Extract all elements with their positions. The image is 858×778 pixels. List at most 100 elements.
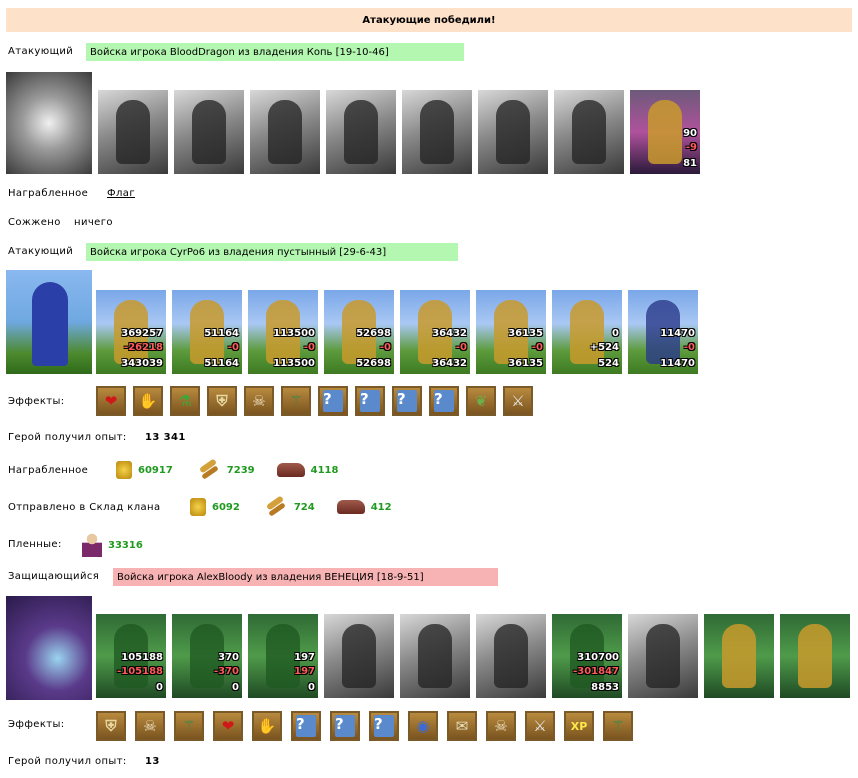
effect-question-icon[interactable]: ? — [355, 386, 385, 416]
effect-staff-icon[interactable]: ⚚ — [174, 711, 204, 741]
flag-link[interactable]: Флаг — [107, 188, 135, 199]
unit-count-n3: 36432 — [432, 358, 467, 369]
unit-slot[interactable] — [324, 614, 394, 698]
unit-slot[interactable]: 0 +524 524 — [552, 290, 622, 374]
unit-count-n2: -26218 — [124, 342, 163, 353]
unit-count-n1: 370 — [218, 652, 239, 663]
side3-xp-label: Герой получил опыт: — [8, 756, 127, 767]
side1-loot-label: Награбленное — [8, 188, 89, 199]
gray-assassin-icon — [572, 100, 606, 164]
effect-sword-shield-icon[interactable]: ⚔ — [525, 711, 555, 741]
gray-monk-icon — [496, 100, 530, 164]
effect-xp-icon[interactable]: XP — [564, 711, 594, 741]
effect-heart-icon[interactable]: ❤ — [96, 386, 126, 416]
effect-armor-swap-icon[interactable]: ⛨ — [96, 711, 126, 741]
unit-slot[interactable] — [250, 90, 320, 174]
battle-result-text: Атакующие победили! — [362, 14, 496, 26]
unit-slot[interactable] — [402, 90, 472, 174]
effect-heart-hand-icon[interactable]: ✋ — [252, 711, 282, 741]
side1-label: Атакующий — [8, 46, 74, 57]
unit-count-n1: 36432 — [432, 328, 467, 339]
unit-count-n3: 11470 — [660, 358, 695, 369]
side2-hero-portrait[interactable] — [6, 270, 92, 374]
unit-slot[interactable] — [780, 614, 850, 698]
effect-grape-shield-icon[interactable]: ❦ — [466, 386, 496, 416]
effect-skull-swap-icon[interactable]: ☠ — [486, 711, 516, 741]
gray-knight-icon — [268, 100, 302, 164]
unit-slot[interactable] — [476, 614, 546, 698]
side3-xp-value: 13 — [145, 756, 160, 767]
effect-skull-swap-icon[interactable]: ☠ — [135, 711, 165, 741]
unit-count-n1: 52698 — [356, 328, 391, 339]
resource-value: 7239 — [226, 464, 255, 476]
prisoner-icon — [82, 533, 102, 557]
sword-shield-icon: ⚔ — [533, 717, 547, 735]
blade-warrior-icon — [570, 300, 604, 364]
unit-count-n3: 0 — [156, 682, 163, 693]
unit-slot[interactable]: 52698 -0 52698 — [324, 290, 394, 374]
resource-value: 60917 — [138, 464, 173, 476]
unit-slot[interactable]: 197 197 0 — [248, 614, 318, 698]
side2-loot-label: Награбленное — [8, 465, 89, 476]
unit-slot[interactable] — [478, 90, 548, 174]
unit-slot[interactable]: 105188 -105188 0 — [96, 614, 166, 698]
effect-scroll-icon[interactable]: ✉ — [447, 711, 477, 741]
effect-staff-icon[interactable]: ⚚ — [281, 386, 311, 416]
unit-count-n2: -0 — [379, 342, 391, 353]
effect-heart-hand-icon[interactable]: ✋ — [133, 386, 163, 416]
effect-question-icon[interactable]: ? — [369, 711, 399, 741]
unit-slot[interactable]: 51164 -0 51164 — [172, 290, 242, 374]
effect-staff-icon[interactable]: ⚚ — [603, 711, 633, 741]
unit-slot[interactable]: 90 -9 81 — [630, 90, 700, 174]
unit-slot[interactable]: 369257 -26218 343039 — [96, 290, 166, 374]
potion-icon: ⚗ — [178, 392, 192, 410]
unit-slot[interactable] — [628, 614, 698, 698]
effect-sword-shield-icon[interactable]: ⚔ — [503, 386, 533, 416]
unit-count-n2: -9 — [685, 142, 697, 153]
unit-count-n1: 105188 — [121, 652, 163, 663]
unit-slot[interactable]: 36432 -0 36432 — [400, 290, 470, 374]
unit-slot[interactable]: 36135 -0 36135 — [476, 290, 546, 374]
battle-result-banner: Атакующие победили! — [6, 8, 852, 32]
effect-heart-icon[interactable]: ❤ — [213, 711, 243, 741]
unit-count-n2: -0 — [683, 342, 695, 353]
effect-potion-icon[interactable]: ⚗ — [170, 386, 200, 416]
side3-hero-portrait[interactable] — [6, 596, 92, 700]
unit-slot[interactable] — [174, 90, 244, 174]
staff-icon: ⚚ — [289, 392, 303, 410]
unit-slot[interactable] — [704, 614, 774, 698]
effect-question-icon[interactable]: ? — [291, 711, 321, 741]
resource-value: 6092 — [212, 501, 240, 513]
effect-question-icon[interactable]: ? — [429, 386, 459, 416]
unit-slot[interactable]: 370 -370 0 — [172, 614, 242, 698]
unit-slot[interactable] — [98, 90, 168, 174]
side1-hero-portrait[interactable] — [6, 72, 92, 174]
side3-army-tag: Войска игрока AlexBloody из владения ВЕН… — [113, 568, 498, 586]
unit-count-n1: 36135 — [508, 328, 543, 339]
unit-count-n3: 524 — [598, 358, 619, 369]
effect-orb-icon[interactable]: ◉ — [408, 711, 438, 741]
effect-question-icon[interactable]: ? — [392, 386, 422, 416]
gray-priest-icon — [494, 624, 528, 688]
unit-slot[interactable] — [554, 90, 624, 174]
effect-armor-swap-icon[interactable]: ⛨ — [207, 386, 237, 416]
unit-slot[interactable]: 113500 -0 113500 — [248, 290, 318, 374]
unit-slot[interactable]: 11470 -0 11470 — [628, 290, 698, 374]
skull-swap-icon: ☠ — [143, 717, 157, 735]
side2-army-tag: Войска игрока CyrPo6 из владения пустынн… — [86, 243, 458, 261]
unit-slot[interactable] — [326, 90, 396, 174]
side3-label: Защищающийся — [8, 571, 100, 582]
gray-archer-icon — [418, 624, 452, 688]
tower-icon — [722, 624, 756, 688]
gray-griffin-icon — [342, 624, 376, 688]
effect-question-icon[interactable]: ? — [318, 386, 348, 416]
unit-count-n2: -0 — [531, 342, 543, 353]
unit-slot[interactable]: 310700 -301847 8853 — [552, 614, 622, 698]
ore-icon — [336, 500, 365, 514]
effect-question-icon[interactable]: ? — [330, 711, 360, 741]
side1-burned-label: Сожжено — [8, 217, 61, 228]
unit-count-n3: 81 — [683, 158, 697, 169]
sword-shield-icon: ⚔ — [511, 392, 525, 410]
unit-slot[interactable] — [400, 614, 470, 698]
effect-skull-swap-icon[interactable]: ☠ — [244, 386, 274, 416]
